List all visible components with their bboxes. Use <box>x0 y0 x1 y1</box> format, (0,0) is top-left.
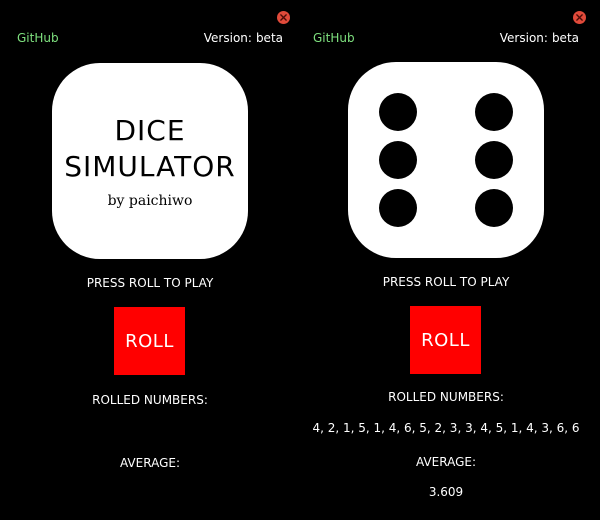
github-link[interactable]: GitHub <box>313 31 355 45</box>
die-pip <box>475 93 513 131</box>
rolled-numbers-list: 4, 2, 1, 5, 1, 4, 6, 5, 2, 3, 3, 4, 5, 1… <box>312 421 580 435</box>
close-icon[interactable] <box>573 11 586 24</box>
version-value: beta <box>551 31 579 45</box>
roll-button[interactable]: ROLL <box>410 306 481 374</box>
title-card: DICE SIMULATOR by paichiwo <box>52 63 248 259</box>
play-prompt: PRESS ROLL TO PLAY <box>382 275 510 289</box>
roll-button[interactable]: ROLL <box>114 307 185 375</box>
dice-simulator-window-rolled: GitHub Version: beta PRESS ROLL TO PLAY R… <box>300 0 600 520</box>
version-value: beta <box>255 31 283 45</box>
app-title-line-2: SIMULATOR <box>64 150 236 183</box>
version-label: Version: <box>203 31 252 45</box>
dice-simulator-window-start: GitHub Version: beta DICE SIMULATOR by pa… <box>0 0 300 520</box>
die-pip <box>379 189 417 227</box>
rolled-numbers-label: ROLLED NUMBERS: <box>388 390 504 404</box>
play-prompt: PRESS ROLL TO PLAY <box>86 276 214 290</box>
average-label: AVERAGE: <box>415 455 476 469</box>
version-text: Version: beta <box>204 31 283 45</box>
author-byline: by paichiwo <box>107 193 193 209</box>
die-pip <box>379 93 417 131</box>
die-pip <box>379 141 417 179</box>
average-label: AVERAGE: <box>119 456 180 470</box>
version-label: Version: <box>499 31 548 45</box>
close-icon[interactable] <box>277 11 290 24</box>
average-value: 3.609 <box>428 485 464 499</box>
version-text: Version: beta <box>500 31 579 45</box>
die-face-six <box>348 62 544 258</box>
die-pip <box>475 189 513 227</box>
die-pip <box>475 141 513 179</box>
rolled-numbers-label: ROLLED NUMBERS: <box>92 393 208 407</box>
app-title-line-1: DICE <box>114 114 186 147</box>
github-link[interactable]: GitHub <box>17 31 59 45</box>
